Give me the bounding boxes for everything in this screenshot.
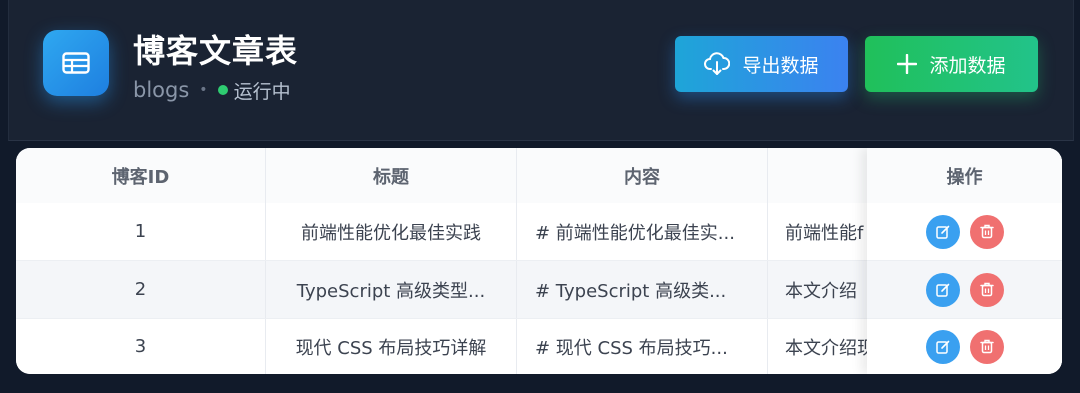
edit-button[interactable] [925,214,960,249]
trash-icon [979,224,994,239]
column-header-title[interactable]: 标题 [266,148,517,203]
cell-content: # TypeScript 高级类... [517,261,768,318]
cell-id: 1 [16,203,266,260]
table-name: blogs [133,78,190,102]
status-badge: 运行中 [233,80,291,103]
column-header-actions: 操作 [867,148,1062,204]
delete-button[interactable] [969,214,1004,249]
cell-content: # 前端性能优化最佳实... [517,203,768,260]
status-dot [217,85,228,95]
edit-icon [935,340,949,354]
delete-button[interactable] [969,329,1004,364]
edit-icon [935,283,949,297]
plus-icon [897,54,918,74]
cloud-download-icon [704,52,731,76]
column-header-id[interactable]: 博客ID [16,148,266,203]
export-button[interactable]: 导出数据 [675,36,848,92]
page-title: 博客文章表 [133,32,299,70]
trash-icon [979,282,994,297]
cell-content: # 现代 CSS 布局技巧... [517,319,768,374]
row-actions [867,319,1062,374]
data-table: 博客ID 标题 内容 1 前端性能优化最佳实践 # 前端性能优化最佳实... 前… [16,148,1062,374]
cell-title: TypeScript 高级类型... [266,261,517,318]
actions-column: 操作 [867,148,1062,374]
delete-button[interactable] [969,272,1004,307]
add-data-button[interactable]: 添加数据 [865,36,1038,92]
table-icon [43,30,109,96]
cell-id: 2 [16,261,266,318]
column-header-content[interactable]: 内容 [517,148,768,203]
cell-summary: 本文介绍 [785,280,857,302]
table-meta: blogs • 运行中 [133,76,291,104]
row-actions [867,261,1062,319]
edit-button[interactable] [925,329,960,364]
separator: • [199,82,208,98]
cell-title: 前端性能优化最佳实践 [266,203,517,260]
edit-icon [935,225,949,239]
trash-icon [979,339,994,354]
cell-summary: 前端性能f [785,222,864,244]
export-button-label: 导出数据 [742,54,819,77]
cell-id: 3 [16,319,266,374]
edit-button[interactable] [925,272,960,307]
row-actions [867,203,1062,261]
cell-title: 现代 CSS 布局技巧详解 [266,319,517,374]
cell-summary: 本文介绍现 [785,337,868,359]
column-header-summary[interactable] [768,148,868,203]
page-header: 博客文章表 blogs • 运行中 导出数据 添加数据 [8,0,1074,141]
add-button-label: 添加数据 [929,54,1006,77]
